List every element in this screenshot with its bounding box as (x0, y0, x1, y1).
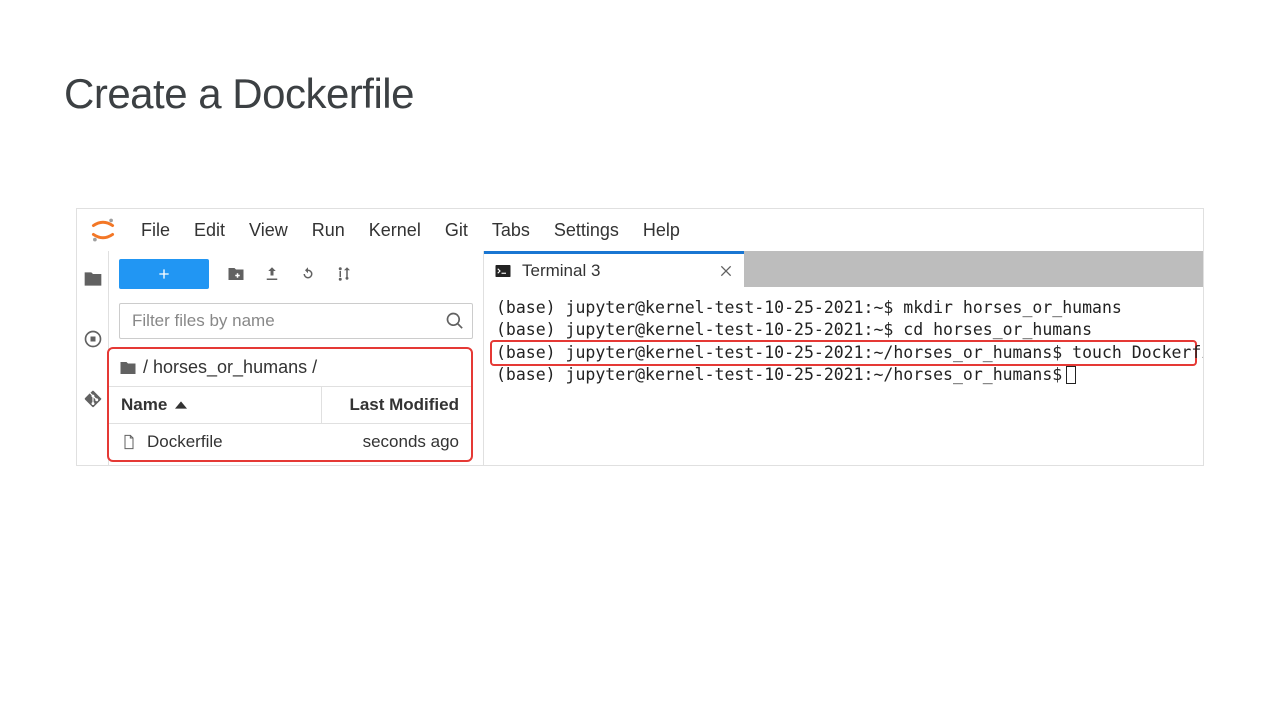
refresh-icon[interactable] (299, 265, 317, 283)
menu-kernel[interactable]: Kernel (357, 220, 433, 241)
file-toolbar (109, 251, 483, 297)
menu-help[interactable]: Help (631, 220, 692, 241)
tab-terminal[interactable]: Terminal 3 (484, 251, 744, 287)
breadcrumb[interactable]: / horses_or_humans / (109, 349, 471, 387)
cursor-icon (1066, 366, 1076, 384)
new-folder-icon[interactable] (227, 265, 245, 283)
breadcrumb-path: / horses_or_humans / (143, 357, 317, 378)
new-launcher-button[interactable] (119, 259, 209, 289)
slide-title: Create a Dockerfile (0, 0, 1280, 118)
running-sessions-icon[interactable] (83, 329, 103, 349)
terminal-output[interactable]: (base) jupyter@kernel-test-10-25-2021:~$… (484, 287, 1203, 465)
upload-icon[interactable] (263, 265, 281, 283)
filter-input[interactable] (119, 303, 473, 339)
menu-edit[interactable]: Edit (182, 220, 237, 241)
file-icon (121, 434, 137, 450)
tab-bar: Terminal 3 (484, 251, 1203, 287)
git-pull-icon[interactable] (335, 265, 353, 283)
column-name-header[interactable]: Name (109, 387, 321, 423)
menu-settings[interactable]: Settings (542, 220, 631, 241)
menu-tabs[interactable]: Tabs (480, 220, 542, 241)
terminal-line: (base) jupyter@kernel-test-10-25-2021:~/… (496, 364, 1191, 386)
menu-view[interactable]: View (237, 220, 300, 241)
file-modified: seconds ago (321, 424, 471, 460)
file-name: Dockerfile (147, 432, 223, 452)
menu-run[interactable]: Run (300, 220, 357, 241)
close-icon[interactable] (718, 263, 734, 279)
file-list-highlight: / horses_or_humans / Name Last Modified … (107, 347, 473, 462)
git-icon[interactable] (83, 389, 103, 409)
file-browser: / horses_or_humans / Name Last Modified … (109, 251, 484, 465)
terminal-icon (494, 262, 512, 280)
terminal-line: (base) jupyter@kernel-test-10-25-2021:~/… (490, 340, 1197, 366)
folder-icon[interactable] (83, 269, 103, 289)
file-list-header: Name Last Modified (109, 387, 471, 424)
terminal-line: (base) jupyter@kernel-test-10-25-2021:~$… (496, 297, 1191, 319)
activity-bar (77, 251, 109, 465)
menu-git[interactable]: Git (433, 220, 480, 241)
menubar: File Edit View Run Kernel Git Tabs Setti… (77, 209, 1203, 251)
sort-asc-icon (175, 399, 187, 411)
terminal-line: (base) jupyter@kernel-test-10-25-2021:~$… (496, 319, 1191, 341)
menu-file[interactable]: File (129, 220, 182, 241)
file-row[interactable]: Dockerfile seconds ago (109, 424, 471, 460)
main-area: Terminal 3 (base) jupyter@kernel-test-10… (484, 251, 1203, 465)
jupyter-logo-icon (89, 216, 117, 244)
folder-icon (119, 359, 137, 377)
plus-icon (156, 266, 172, 282)
jupyterlab-window: File Edit View Run Kernel Git Tabs Setti… (76, 208, 1204, 466)
search-icon (445, 311, 465, 331)
column-modified-header[interactable]: Last Modified (321, 387, 471, 423)
tab-label: Terminal 3 (522, 261, 600, 281)
